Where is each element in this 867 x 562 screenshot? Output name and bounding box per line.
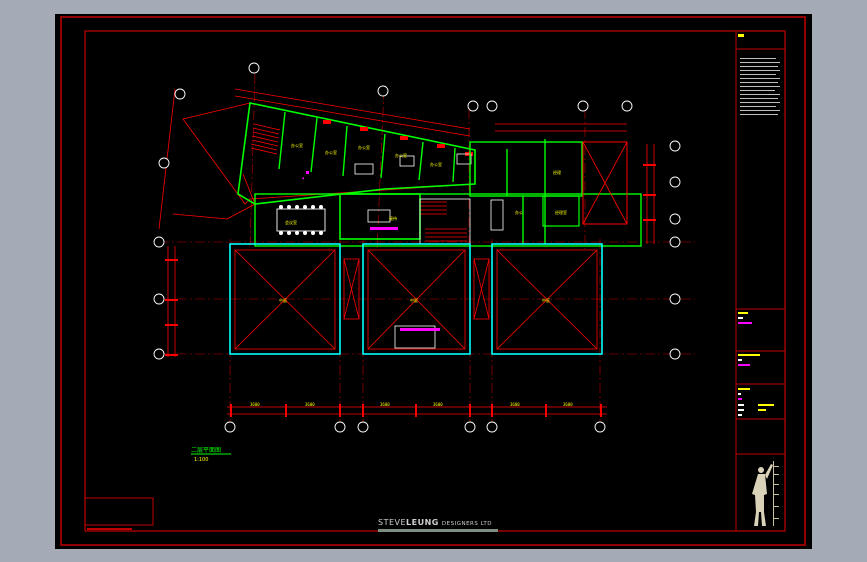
svg-text:3600: 3600 bbox=[563, 402, 573, 407]
svg-text:办公室: 办公室 bbox=[395, 152, 407, 158]
company-brand: STEVELEUNG DESIGNERS LTD bbox=[378, 518, 498, 532]
axis-lines bbox=[159, 73, 695, 424]
svg-text:会议室: 会议室 bbox=[285, 219, 297, 225]
outer-frame bbox=[60, 16, 806, 546]
cad-viewport[interactable]: 3600 3600 3600 3600 3600 3600 办公室 办公室 办公… bbox=[55, 14, 812, 549]
svg-text:接待: 接待 bbox=[389, 215, 397, 221]
svg-text:3600: 3600 bbox=[433, 402, 443, 407]
brand-name: LEUNG bbox=[406, 518, 439, 527]
modulor-figure-icon bbox=[752, 461, 779, 526]
svg-text:3600: 3600 bbox=[510, 402, 520, 407]
svg-text:3600: 3600 bbox=[250, 402, 260, 407]
floor-plan-drawing: 3600 3600 3600 3600 3600 3600 办公室办公室 办公室… bbox=[60, 16, 806, 546]
svg-text:STEVELEUNGDESIGNERS LTD: STEVELEUNG DESIGNERS LTD bbox=[378, 518, 492, 527]
svg-text:中庭: 中庭 bbox=[410, 297, 418, 303]
svg-text:中庭: 中庭 bbox=[279, 297, 287, 303]
svg-text:办公: 办公 bbox=[515, 209, 523, 215]
svg-text:中庭: 中庭 bbox=[542, 297, 550, 303]
plan-title-block: 二层平面图 1:100 bbox=[191, 447, 231, 463]
lower-halls: 中庭 中庭 中庭 bbox=[229, 243, 603, 355]
svg-text:办公室: 办公室 bbox=[291, 142, 303, 148]
grid-axis-bubble-icon bbox=[153, 62, 681, 433]
svg-text:办公室: 办公室 bbox=[325, 149, 337, 155]
svg-text:办公室: 办公室 bbox=[430, 161, 442, 167]
svg-text:▲: ▲ bbox=[302, 175, 305, 180]
svg-text:3600: 3600 bbox=[380, 402, 390, 407]
brand-suffix: DESIGNERS LTD bbox=[442, 521, 492, 527]
svg-text:办公室: 办公室 bbox=[358, 144, 370, 150]
svg-text:经理室: 经理室 bbox=[555, 209, 567, 215]
dimension-labels: 3600 3600 3600 3600 3600 3600 bbox=[250, 402, 573, 407]
plan-title: 二层平面图 bbox=[191, 447, 221, 454]
brand-prefix: STEVE bbox=[378, 518, 406, 527]
stamp-box bbox=[84, 497, 154, 526]
svg-text:3600: 3600 bbox=[305, 402, 315, 407]
dimension-ticks bbox=[165, 164, 656, 417]
plan-scale: 1:100 bbox=[194, 457, 208, 463]
svg-text:经理: 经理 bbox=[553, 169, 561, 175]
title-block bbox=[735, 31, 785, 531]
